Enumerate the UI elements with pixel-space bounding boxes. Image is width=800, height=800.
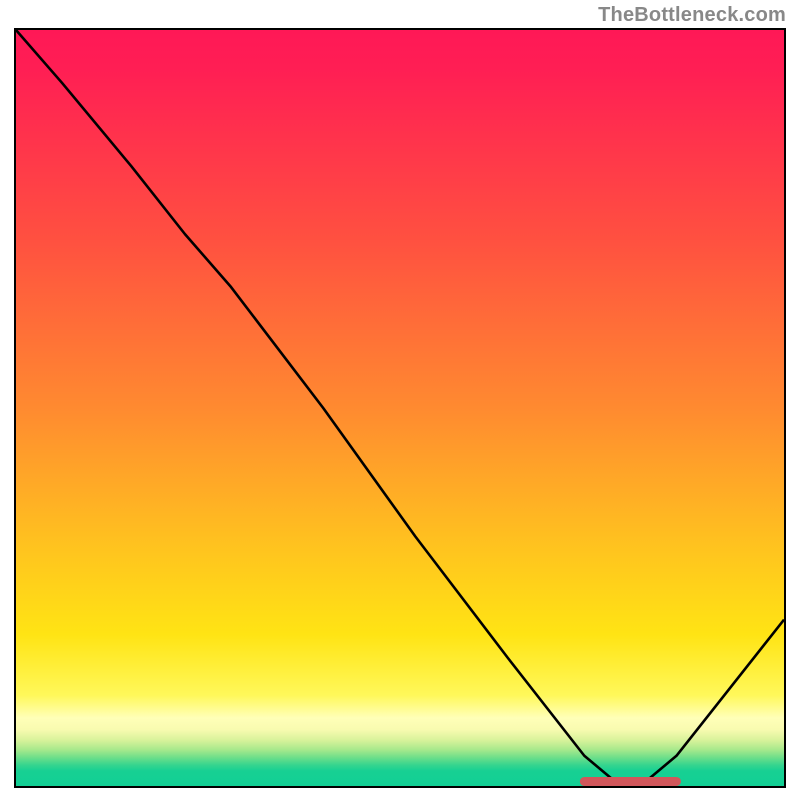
plot-area: [14, 28, 786, 788]
chart-container: TheBottleneck.com: [0, 0, 800, 800]
watermark-text: TheBottleneck.com: [598, 4, 786, 27]
curve-svg: [16, 30, 784, 786]
bottleneck-curve: [16, 30, 784, 781]
